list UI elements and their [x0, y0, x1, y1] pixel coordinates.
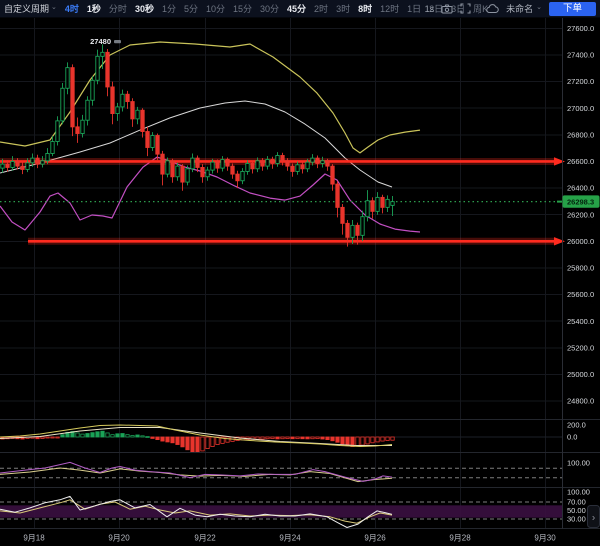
alert-arrow-icon: [554, 157, 565, 165]
gridlines: [0, 18, 562, 529]
svg-text:25600.0: 25600.0: [567, 290, 594, 299]
svg-text:25800.0: 25800.0: [567, 264, 594, 273]
alert-arrow-icon: [554, 237, 565, 245]
candlestick-series: [1, 44, 394, 246]
svg-text:27480: 27480: [90, 37, 111, 46]
svg-text:100.00: 100.00: [567, 488, 590, 497]
svg-text:25200.0: 25200.0: [567, 343, 594, 352]
chart-canvas[interactable]: 27600.0 27400.0 27200.0 27000.0 26800.0 26600…: [0, 0, 600, 546]
svg-text:26298.3: 26298.3: [567, 197, 594, 206]
svg-text:0.0: 0.0: [567, 433, 577, 442]
current-price-tag: 26298.3: [557, 195, 600, 207]
price-axis: 27600.0 27400.0 27200.0 27000.0 26800.0 26600…: [567, 24, 594, 524]
svg-text:9月28: 9月28: [449, 534, 471, 543]
svg-text:26000.0: 26000.0: [567, 237, 594, 246]
svg-text:27600.0: 27600.0: [567, 24, 594, 33]
svg-text:9月18: 9月18: [23, 534, 45, 543]
svg-text:9月30: 9月30: [534, 534, 556, 543]
panel-separators: [0, 18, 600, 529]
rsi-panel: [0, 462, 562, 481]
svg-text:25000.0: 25000.0: [567, 370, 594, 379]
svg-text:200.0: 200.0: [567, 421, 586, 430]
svg-text:24800.0: 24800.0: [567, 397, 594, 406]
collapse-panel-button[interactable]: ›: [588, 506, 600, 528]
svg-text:9月22: 9月22: [194, 534, 216, 543]
svg-text:9月20: 9月20: [108, 534, 130, 543]
svg-text:26200.0: 26200.0: [567, 210, 594, 219]
svg-text:26600.0: 26600.0: [567, 157, 594, 166]
trading-chart-app: 自定义周期 ⌄ 4时1秒分时30秒1分5分10分15分30分45分2时3时8时1…: [0, 0, 600, 546]
high-annotation: 27480: [90, 37, 121, 46]
svg-text:25400.0: 25400.0: [567, 317, 594, 326]
svg-text:27000.0: 27000.0: [567, 104, 594, 113]
svg-text:›: ›: [592, 513, 595, 524]
svg-text:27200.0: 27200.0: [567, 77, 594, 86]
svg-text:26800.0: 26800.0: [567, 130, 594, 139]
svg-text:26400.0: 26400.0: [567, 184, 594, 193]
svg-text:100.00: 100.00: [567, 459, 590, 468]
svg-text:30.00: 30.00: [567, 515, 586, 524]
time-axis: 9月18 9月20 9月22 9月24 9月26 9月28 9月30: [23, 534, 556, 543]
svg-text:9月24: 9月24: [279, 534, 301, 543]
annotation-marker-icon: [114, 40, 121, 43]
svg-text:9月26: 9月26: [364, 534, 386, 543]
kdj-panel: [0, 496, 562, 527]
macd-panel: [0, 425, 394, 452]
svg-text:27400.0: 27400.0: [567, 51, 594, 60]
bollinger-bands: [0, 42, 420, 232]
alert-lines: [0, 157, 565, 245]
